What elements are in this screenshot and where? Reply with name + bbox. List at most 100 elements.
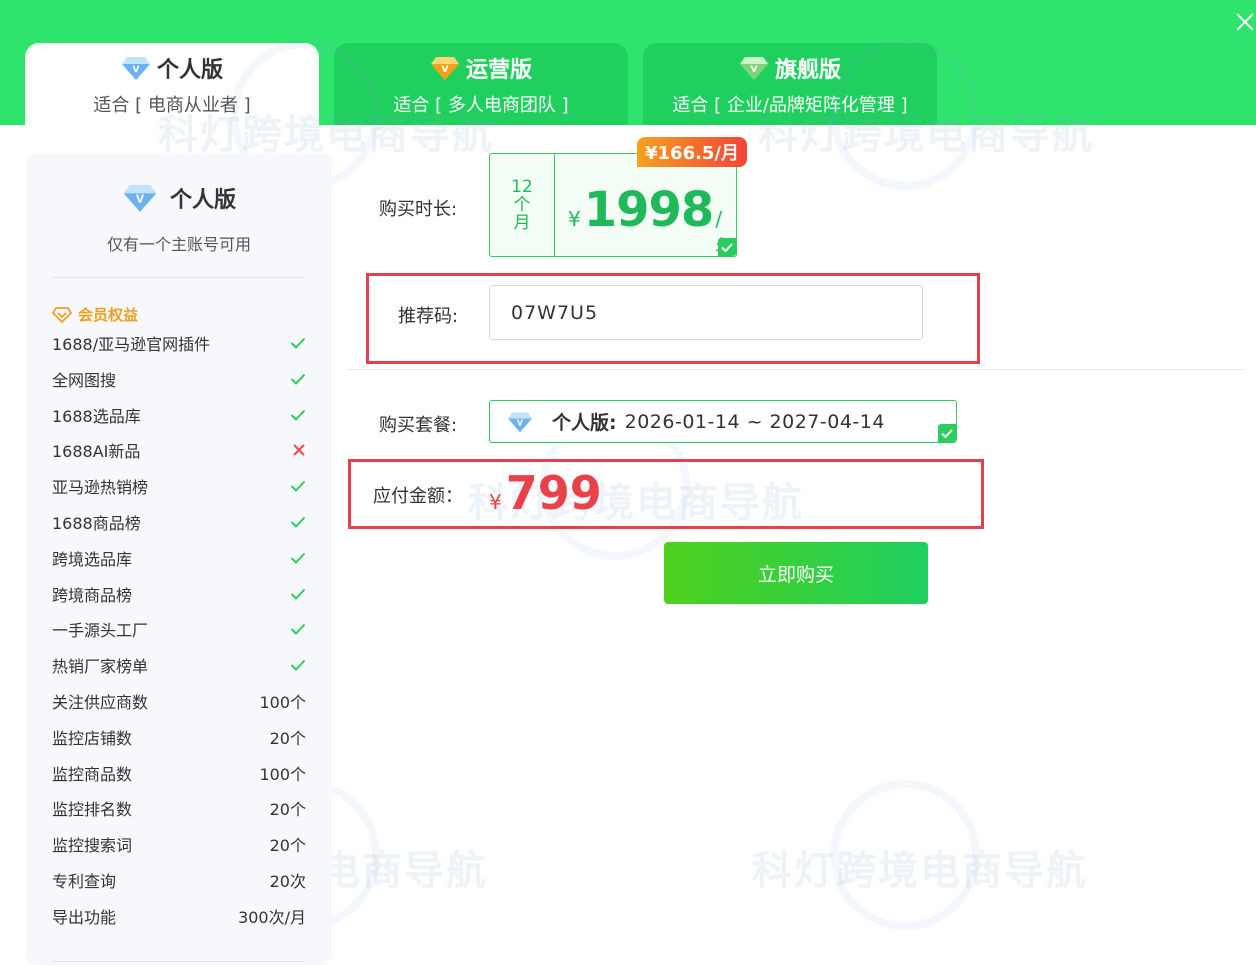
benefit-label: 专利查询 [52, 872, 117, 891]
diamond-blue-icon: V [508, 412, 532, 432]
benefit-row: 跨境商品榜 [52, 582, 306, 606]
benefit-label: 一手源头工厂 [52, 621, 149, 640]
benefit-label: 关注供应商数 [52, 693, 149, 712]
benefit-value: 300次/月 [238, 908, 306, 927]
duration-currency: ¥ [568, 207, 581, 231]
benefit-label: 热销厂家榜单 [52, 657, 149, 676]
tab-operations-subtitle: 适合 [ 多人电商团队 ] [393, 95, 569, 116]
plan-dates: 2026-01-14 ~ 2027-04-14 [624, 410, 885, 433]
monthly-price-badge: ¥166.5/月 [637, 137, 748, 167]
amount-due: ¥ 799 [489, 466, 602, 520]
check-icon [290, 409, 306, 421]
selected-check-icon [718, 238, 736, 256]
tab-personal-subtitle: 适合 [ 电商从业者 ] [93, 95, 251, 116]
benefit-value: 100个 [259, 693, 306, 712]
check-icon [290, 480, 306, 492]
referral-code-input[interactable]: 07W7U5 [489, 285, 923, 340]
referral-label: 推荐码: [398, 306, 459, 327]
duration-months: 12 个 月 [490, 154, 555, 256]
check-icon [290, 516, 306, 528]
benefit-label: 1688AI新品 [52, 442, 141, 461]
benefit-label: 1688/亚马逊官网插件 [52, 335, 211, 354]
benefit-label: 监控店铺数 [52, 729, 133, 748]
benefit-label: 跨境选品库 [52, 550, 133, 569]
benefit-row: 导出功能 300次/月 [52, 904, 306, 928]
duration-months-measure: 个 [513, 195, 531, 215]
selected-check-icon [938, 424, 956, 442]
diamond-green-icon: V [739, 57, 768, 80]
benefit-row: 监控搜索词 20个 [52, 832, 306, 856]
svg-text:V: V [136, 194, 144, 206]
benefit-row: 全网图搜 [52, 367, 306, 391]
amount-label: 应付金额： [373, 486, 463, 507]
watermark-text: 科灯跨境电商导航 [752, 848, 1088, 894]
svg-text:V: V [751, 65, 758, 75]
diamond-blue-icon: V [121, 57, 150, 80]
tab-personal[interactable]: V 个人版 适合 [ 电商从业者 ] [25, 43, 319, 125]
benefit-row: 一手源头工厂 [52, 617, 306, 641]
tab-flagship-subtitle: 适合 [ 企业/品牌矩阵化管理 ] [672, 95, 908, 116]
diamond-gold-icon: V [430, 57, 459, 80]
benefit-row: 监控排名数 20个 [52, 796, 306, 820]
benefit-row: 专利查询 20次 [52, 868, 306, 892]
benefit-label: 监控商品数 [52, 765, 133, 784]
svg-text:V: V [133, 65, 140, 75]
benefit-value: 20次 [269, 872, 306, 891]
duration-months-number: 12 [511, 177, 533, 197]
tab-personal-title: 个人版 [156, 58, 223, 83]
benefits-heading-label: 会员权益 [78, 306, 139, 324]
benefits-heading: 会员权益 [52, 304, 138, 325]
close-icon[interactable] [1226, 6, 1256, 40]
tab-operations[interactable]: V 运营版 适合 [ 多人电商团队 ] [334, 43, 628, 125]
benefit-label: 1688选品库 [52, 407, 141, 426]
panel-plan-title: 个人版 [169, 188, 236, 213]
tab-flagship[interactable]: V 旗舰版 适合 [ 企业/品牌矩阵化管理 ] [643, 43, 937, 125]
benefit-row: 1688/亚马逊官网插件 [52, 331, 306, 355]
check-icon [290, 588, 306, 600]
duration-label: 购买时长: [379, 199, 458, 220]
amount-currency: ¥ [489, 490, 502, 514]
benefit-row: 关注供应商数 100个 [52, 689, 306, 713]
plan-benefits-panel: V 个人版 仅有一个主账号可用 会员权益 1688/亚马逊官网插件 全网图搜 168… [26, 153, 332, 965]
benefit-value: 20个 [269, 836, 306, 855]
benefit-label: 全网图搜 [52, 371, 117, 390]
benefits-diamond-icon [52, 306, 72, 323]
duration-price-value: 1998 [583, 182, 715, 238]
benefit-label: 监控排名数 [52, 800, 133, 819]
duration-price: ¥ 1998 /年 [568, 182, 736, 260]
benefit-label: 亚马逊热销榜 [52, 478, 149, 497]
svg-text:V: V [442, 65, 449, 75]
divider [346, 369, 1244, 370]
check-icon [290, 337, 306, 349]
benefit-value: 20个 [269, 800, 306, 819]
watermark-logo [830, 780, 980, 930]
benefit-label: 监控搜索词 [52, 836, 133, 855]
panel-plan-subtitle: 仅有一个主账号可用 [106, 235, 251, 254]
plan-name: 个人版: [552, 412, 617, 434]
benefit-label: 跨境商品榜 [52, 586, 133, 605]
check-icon [290, 552, 306, 564]
benefit-row: 监控店铺数 20个 [52, 725, 306, 749]
duration-option-12-months[interactable]: 12 个 月 ¥ 1998 /年 [489, 153, 737, 260]
amount-value: 799 [505, 466, 602, 520]
buy-now-button[interactable]: 立即购买 [664, 542, 928, 604]
benefit-row: 热销厂家榜单 [52, 653, 306, 677]
purchase-dialog: V 个人版 适合 [ 电商从业者 ] V 运营版 适合 [ 多人电商团队 ] V [0, 0, 1256, 965]
divider [52, 277, 304, 278]
benefit-row: 1688商品榜 [52, 510, 306, 534]
benefit-row: 监控商品数 100个 [52, 761, 306, 785]
check-icon [290, 623, 306, 635]
benefit-value: 20个 [269, 729, 306, 748]
benefit-label: 1688商品榜 [52, 514, 141, 533]
plan-label: 购买套餐: [379, 415, 458, 436]
check-icon [290, 659, 306, 671]
duration-months-unit: 月 [513, 213, 531, 233]
cross-icon [293, 444, 305, 456]
svg-text:V: V [517, 418, 523, 427]
benefit-row: 亚马逊热销榜 [52, 474, 306, 498]
benefit-value: 100个 [259, 765, 306, 784]
check-icon [290, 373, 306, 385]
plan-selector[interactable]: V 个人版: 2026-01-14 ~ 2027-04-14 [489, 400, 957, 443]
benefit-row: 跨境选品库 [52, 546, 306, 570]
benefit-label: 导出功能 [52, 908, 117, 927]
